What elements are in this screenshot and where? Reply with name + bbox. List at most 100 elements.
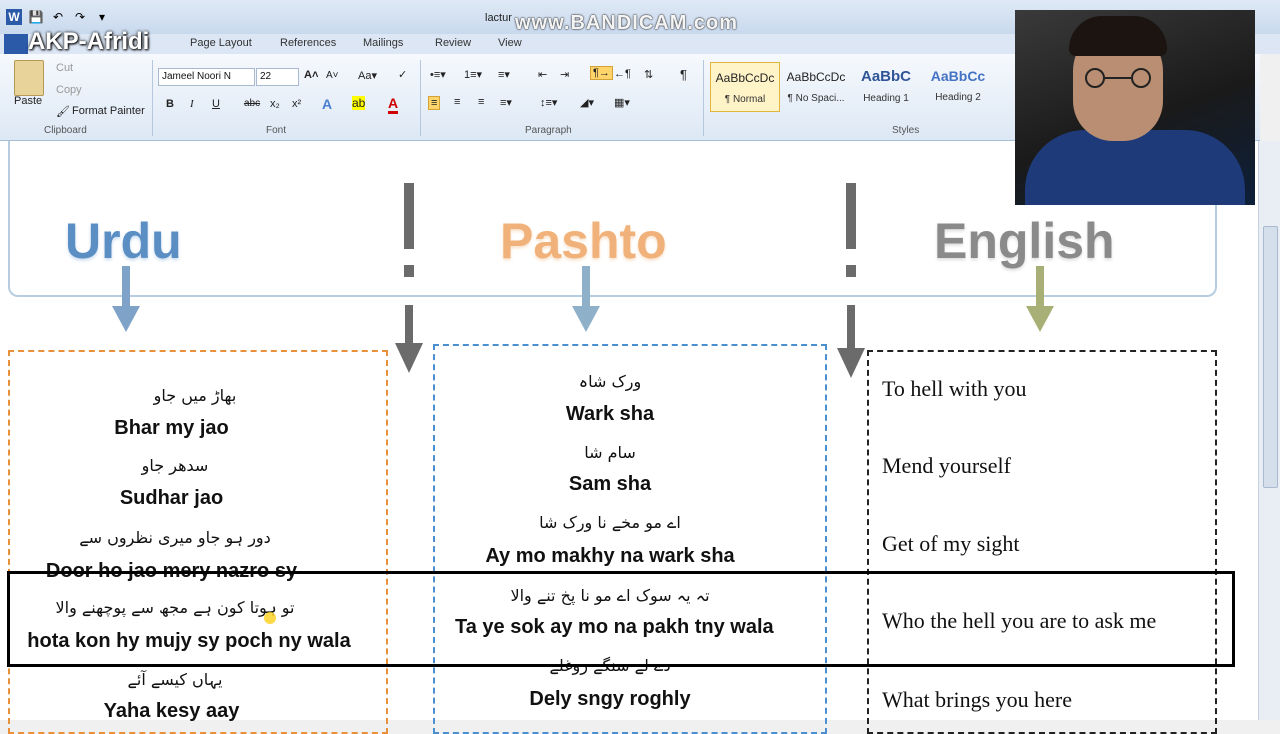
tab-references[interactable]: References	[280, 37, 336, 49]
change-case-icon[interactable]: Aa▾	[358, 69, 377, 82]
clear-formatting-icon[interactable]: ✓	[398, 68, 407, 81]
italic-button[interactable]: I	[190, 98, 194, 110]
font-family-select[interactable]: Jameel Noori N	[158, 68, 255, 86]
redo-icon[interactable]: ↷	[72, 9, 88, 25]
english-heading: English	[934, 213, 1115, 269]
separator	[420, 60, 421, 136]
tab-page-layout[interactable]: Page Layout	[190, 37, 252, 49]
separator	[152, 60, 153, 136]
tab-view[interactable]: View	[498, 37, 522, 49]
styles-group-label: Styles	[892, 125, 920, 136]
down-arrow-icon	[112, 306, 140, 332]
divider-arrow-shaft	[847, 305, 855, 350]
english-text: To hell with you	[882, 376, 1027, 401]
shading-icon[interactable]: ◢▾	[580, 96, 594, 109]
style-name: ¶ No Spaci...	[787, 93, 845, 104]
increase-indent-icon[interactable]: ⇥	[560, 68, 569, 81]
cut-button[interactable]: Cut	[56, 62, 73, 74]
format-painter-button[interactable]: Format Painter	[72, 105, 145, 117]
justify-icon[interactable]: ≡▾	[500, 96, 512, 109]
customize-icon[interactable]: ▾	[94, 9, 110, 25]
bullets-icon[interactable]: •≡▾	[430, 68, 446, 81]
decrease-indent-icon[interactable]: ⇤	[538, 68, 547, 81]
rtl-direction-icon[interactable]: ←¶	[614, 68, 631, 80]
highlight-rectangle	[7, 571, 1235, 667]
separator	[703, 60, 704, 136]
ltr-direction-icon[interactable]: ¶→	[590, 66, 613, 80]
style-name: Heading 1	[863, 93, 909, 104]
style-name: Heading 2	[935, 92, 981, 103]
highlight-icon[interactable]: ab	[352, 96, 366, 110]
pashto-roman-text: Dely sngy roghly	[529, 688, 691, 710]
underline-button[interactable]: U	[212, 98, 220, 110]
style-heading-2[interactable]: AaBbCc Heading 2	[924, 62, 992, 110]
shrink-font-icon[interactable]: A˅	[326, 70, 339, 81]
urdu-roman-text: Sudhar jao	[119, 487, 224, 509]
text-effects-icon[interactable]: A	[322, 96, 332, 112]
urdu-script-text: یہاں کیسے آئے	[127, 670, 223, 689]
pashto-arrow-shaft	[582, 266, 590, 308]
urdu-script-text: بھاڑ میں جاو	[153, 386, 237, 405]
align-left-icon[interactable]: ≡	[428, 96, 441, 110]
channel-overlay-label: AKP-Afridi	[28, 28, 150, 55]
font-color-icon[interactable]: A	[388, 95, 399, 114]
pashto-heading: Pashto	[500, 213, 667, 269]
file-tab[interactable]	[4, 34, 28, 54]
style-normal[interactable]: AaBbCcDc ¶ Normal	[710, 62, 780, 112]
pashto-roman-text: Sam sha	[568, 473, 652, 495]
english-text: Mend yourself	[882, 453, 1011, 478]
style-sample: AaBbC	[860, 68, 911, 85]
down-arrow-icon	[1026, 306, 1054, 332]
pashto-roman-text: Ay mo makhy na wark sha	[485, 545, 735, 567]
pashto-script-text: ورک شاہ	[578, 372, 642, 391]
divider-line	[846, 265, 856, 277]
save-icon[interactable]: 💾	[28, 9, 44, 25]
copy-button[interactable]: Copy	[56, 84, 82, 96]
down-arrow-icon	[572, 306, 600, 332]
down-arrow-icon	[395, 343, 423, 373]
divider-line	[846, 183, 856, 249]
numbering-icon[interactable]: 1≡▾	[464, 68, 482, 81]
subscript-button[interactable]: x₂	[270, 98, 280, 110]
paste-button[interactable]: Paste	[14, 95, 42, 107]
divider-arrow-shaft	[405, 305, 413, 345]
multilevel-list-icon[interactable]: ≡▾	[498, 68, 510, 81]
format-painter-icon[interactable]: 🖌	[56, 105, 70, 118]
borders-icon[interactable]: ▦▾	[614, 96, 630, 109]
pashto-roman-text: Wark sha	[565, 403, 655, 425]
document-title: lactur	[485, 12, 512, 24]
down-arrow-icon	[837, 348, 865, 378]
sort-icon[interactable]: ⇅	[644, 68, 653, 81]
glasses-icon	[1085, 68, 1151, 88]
english-text: Get of my sight	[882, 531, 1020, 556]
word-icon[interactable]: W	[6, 9, 22, 25]
pashto-script-text: سام شا	[584, 443, 636, 462]
superscript-button[interactable]: x²	[292, 98, 301, 110]
webcam-overlay	[1015, 10, 1255, 205]
webcam-shirt	[1025, 130, 1245, 205]
webcam-hair	[1069, 16, 1167, 56]
align-right-icon[interactable]: ≡	[478, 96, 484, 108]
style-no-spacing[interactable]: AaBbCcDc ¶ No Spaci...	[782, 62, 850, 110]
bold-button[interactable]: B	[166, 98, 174, 110]
quick-access-toolbar: W 💾 ↶ ↷ ▾	[6, 9, 110, 25]
tab-review[interactable]: Review	[435, 37, 471, 49]
tab-mailings[interactable]: Mailings	[363, 37, 403, 49]
grow-font-icon[interactable]: A˄	[304, 69, 318, 81]
scrollbar-thumb[interactable]	[1263, 226, 1278, 488]
show-formatting-icon[interactable]: ¶	[680, 67, 687, 82]
english-text: What brings you here	[882, 687, 1072, 712]
style-name: ¶ Normal	[724, 94, 766, 105]
vertical-scrollbar[interactable]	[1258, 141, 1280, 720]
font-size-select[interactable]: 22	[256, 68, 299, 86]
divider-line	[404, 183, 414, 249]
align-center-icon[interactable]: ≡	[454, 96, 460, 108]
paste-icon[interactable]	[14, 60, 44, 96]
urdu-roman-text: Bhar my jao	[114, 417, 229, 439]
strikethrough-button[interactable]: abc	[244, 98, 260, 109]
undo-icon[interactable]: ↶	[50, 9, 66, 25]
style-sample: AaBbCc	[930, 68, 986, 84]
line-spacing-icon[interactable]: ↕≡▾	[540, 96, 557, 109]
style-heading-1[interactable]: AaBbC Heading 1	[852, 62, 920, 110]
divider-line	[404, 265, 414, 277]
